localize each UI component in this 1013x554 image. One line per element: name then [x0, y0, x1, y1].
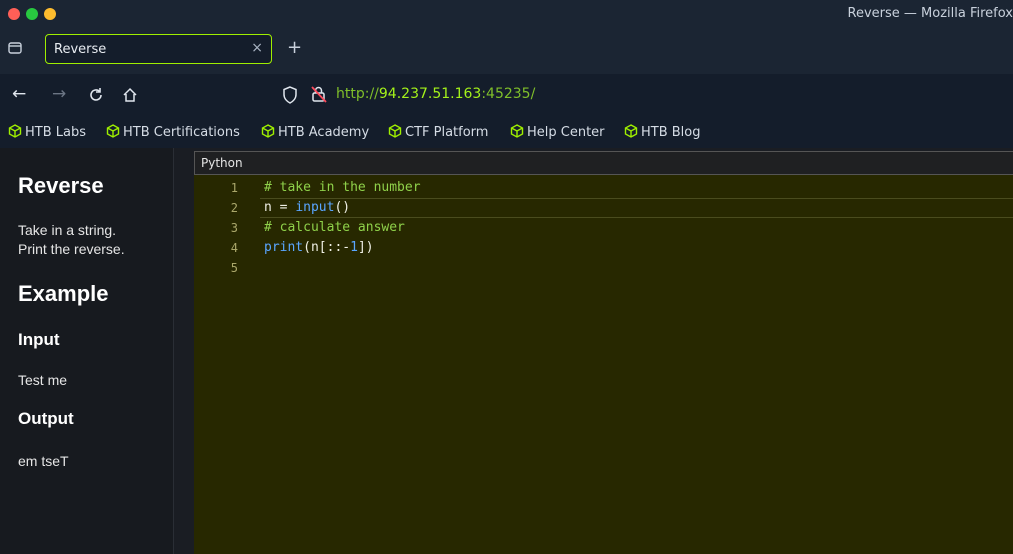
url-scheme: http://: [336, 86, 379, 102]
line-number: 1: [230, 181, 238, 195]
code-line-3[interactable]: # calculate answer: [264, 218, 405, 238]
bookmark-htb-blog[interactable]: HTB Blog: [624, 124, 701, 140]
shield-icon[interactable]: [282, 86, 298, 104]
close-tab-icon[interactable]: ×: [251, 40, 263, 56]
tab-label: Reverse: [54, 42, 107, 57]
bookmark-label: Help Center: [527, 125, 605, 140]
line-number: 3: [230, 221, 238, 235]
line-number: 5: [230, 261, 238, 275]
maximize-window-button[interactable]: [26, 8, 38, 20]
url-host: 94.237.51.163: [378, 86, 482, 102]
bookmark-label: HTB Certifications: [123, 125, 240, 140]
minimize-window-button[interactable]: [44, 8, 56, 20]
bookmarks-bar: HTB Labs HTB Certifications HTB Academy …: [0, 116, 1013, 148]
example-output-value: em tseT: [18, 453, 69, 469]
htb-cube-icon: [510, 124, 524, 138]
splitter[interactable]: [174, 148, 194, 554]
htb-cube-icon: [106, 124, 120, 138]
code-builtin: input: [295, 200, 335, 215]
code-line-1[interactable]: # take in the number: [264, 178, 421, 198]
active-line-highlight: [260, 198, 1013, 218]
code-line-2[interactable]: n = input(): [264, 198, 350, 218]
bookmark-label: HTB Blog: [641, 125, 701, 140]
forward-button[interactable]: →: [52, 84, 66, 104]
url-bar[interactable]: http://94.237.51.163:45235/: [336, 86, 535, 102]
line-number: 4: [230, 241, 238, 255]
code-area[interactable]: 1 2 3 4 5 # take in the number n = input…: [194, 175, 1013, 554]
input-heading: Input: [18, 330, 60, 349]
output-heading: Output: [18, 409, 74, 428]
line-number: 2: [230, 201, 238, 215]
htb-cube-icon: [8, 124, 22, 138]
code-builtin: print: [264, 240, 304, 255]
bookmark-label: CTF Platform: [405, 125, 489, 140]
htb-cube-icon: [388, 124, 402, 138]
code-number: 1: [350, 240, 358, 255]
problem-panel: Reverse Take in a string. Print the reve…: [0, 148, 174, 554]
code-token: n =: [264, 200, 296, 215]
code-token: ]): [357, 240, 374, 255]
language-label: Python: [201, 156, 243, 170]
url-port: :45235/: [481, 86, 536, 102]
example-heading: Example: [18, 281, 109, 306]
bookmark-help-center[interactable]: Help Center: [510, 124, 605, 140]
window-titlebar: Reverse — Mozilla Firefox: [0, 0, 1013, 28]
problem-description-line-2: Print the reverse.: [18, 241, 125, 257]
new-tab-button[interactable]: +: [287, 39, 302, 57]
code-token: (): [334, 200, 351, 215]
bookmark-label: HTB Labs: [25, 125, 87, 140]
window-title: Reverse — Mozilla Firefox: [847, 6, 1013, 21]
problem-title: Reverse: [18, 173, 104, 198]
code-editor[interactable]: Python 1 2 3 4 5 # take in the number n …: [194, 151, 1013, 554]
bookmark-htb-labs[interactable]: HTB Labs: [8, 124, 86, 140]
code-line-4[interactable]: print(n[::-1]): [264, 238, 374, 258]
tab-bar: Reverse × +: [0, 28, 1013, 74]
htb-cube-icon: [261, 124, 275, 138]
bookmark-label: HTB Academy: [278, 125, 370, 140]
home-icon[interactable]: [122, 87, 138, 103]
bookmark-htb-certifications[interactable]: HTB Certifications: [106, 124, 240, 140]
problem-description-line-1: Take in a string.: [18, 222, 117, 238]
back-button[interactable]: ←: [12, 84, 26, 104]
reload-icon[interactable]: [88, 87, 104, 103]
bookmark-htb-academy[interactable]: HTB Academy: [261, 124, 369, 140]
htb-cube-icon: [624, 124, 638, 138]
code-comment: # calculate answer: [264, 220, 405, 235]
example-input-value: Test me: [18, 372, 68, 388]
code-token: (n[::-: [303, 240, 351, 255]
code-comment: # take in the number: [264, 180, 421, 195]
tab-reverse[interactable]: Reverse ×: [45, 34, 272, 64]
language-selector[interactable]: Python: [194, 151, 1013, 175]
tab-list-icon[interactable]: [8, 41, 22, 55]
bookmark-ctf-platform[interactable]: CTF Platform: [388, 124, 488, 140]
insecure-lock-icon[interactable]: [310, 85, 328, 103]
navigation-bar: ← → http://94.237.51.163:45235/: [0, 74, 1013, 116]
close-window-button[interactable]: [8, 8, 20, 20]
